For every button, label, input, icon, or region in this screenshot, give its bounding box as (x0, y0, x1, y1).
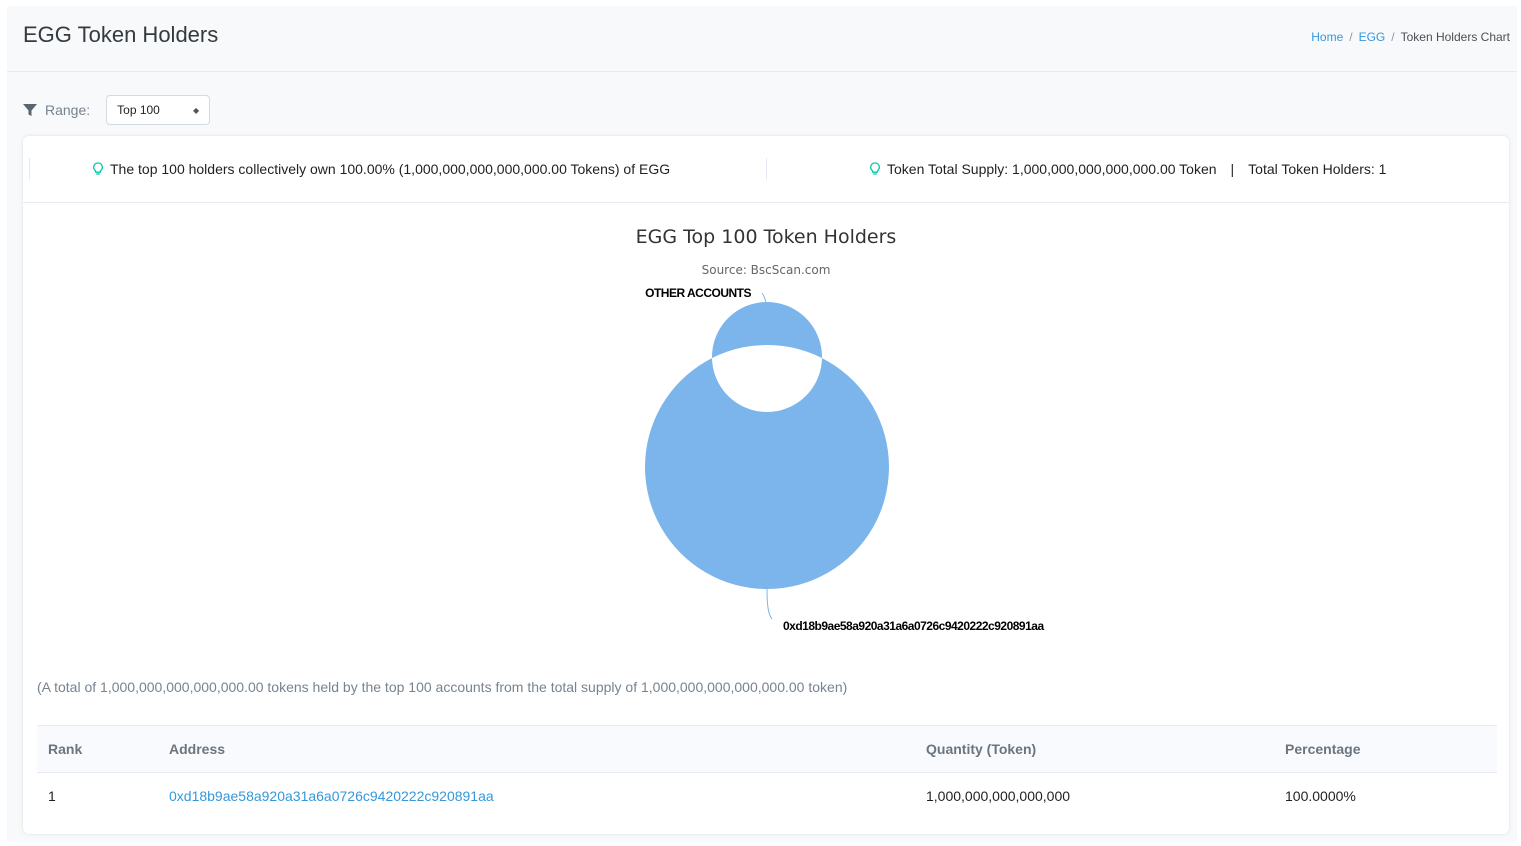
breadcrumb-current: Token Holders Chart (1400, 30, 1510, 44)
holders-table: Rank Address Quantity (Token) Percentage… (37, 725, 1497, 819)
pie-label-holder: 0xd18b9ae58a920a31a6a0726c9420222c920891… (783, 619, 1044, 633)
lightbulb-icon (93, 162, 103, 175)
column-header-percentage: Percentage (1285, 741, 1361, 757)
percentage-cell: 100.0000% (1285, 787, 1356, 804)
breadcrumb-home-link[interactable]: Home (1311, 30, 1343, 44)
pie-label-other-accounts: OTHER ACCOUNTS (645, 286, 751, 300)
range-select-value: Top 100 (117, 103, 160, 117)
holders-card: The top 100 holders collectively own 100… (23, 136, 1509, 834)
total-supply-text: Token Total Supply: 1,000,000,000,000,00… (887, 161, 1217, 177)
holder-address-link[interactable]: 0xd18b9ae58a920a31a6a0726c9420222c920891… (169, 788, 494, 804)
column-header-quantity: Quantity (Token) (926, 741, 1037, 757)
connector-holder (766, 588, 773, 620)
pie-chart: OTHER ACCOUNTS 0xd18b9ae58a920a31a6a0726c… (644, 286, 1045, 633)
range-select[interactable]: Top 100 ◆ (106, 95, 211, 125)
holders-chart: EGG Top 100 Token Holders Source: BscSca… (23, 204, 1509, 644)
column-header-address: Address (169, 741, 226, 757)
table-row: 1 0xd18b9ae58a920a31a6a0726c9420222c9208… (37, 773, 1497, 819)
range-label: Range: (45, 102, 91, 118)
divider (766, 158, 767, 180)
breadcrumb-separator: / (1349, 30, 1353, 44)
rank-cell: 1 (48, 787, 56, 804)
page-title: EGG Token Holders (23, 22, 219, 47)
page-header: EGG Token Holders Home / EGG / Token Hol… (7, 6, 1517, 72)
table-header-row: Rank Address Quantity (Token) Percentage (37, 725, 1497, 773)
divider (29, 158, 30, 180)
summary-top-holders-text: The top 100 holders collectively own 100… (110, 161, 671, 177)
column-header-rank: Rank (48, 741, 83, 757)
separator: | (1230, 161, 1235, 177)
address-cell: 0xd18b9ae58a920a31a6a0726c9420222c920891… (158, 773, 915, 819)
breadcrumb-token-link[interactable]: EGG (1359, 30, 1386, 44)
range-filter: Range: Top 100 ◆ (23, 95, 211, 125)
summary-bar: The top 100 holders collectively own 100… (23, 136, 1509, 203)
total-holders-text: Total Token Holders: 1 (1248, 161, 1387, 177)
quantity-cell: 1,000,000,000,000,000 (926, 787, 1071, 804)
filter-icon (23, 104, 37, 116)
lightbulb-icon (870, 162, 880, 175)
total-note: (A total of 1,000,000,000,000,000.00 tok… (37, 679, 848, 695)
breadcrumb: Home / EGG / Token Holders Chart (1311, 30, 1510, 44)
summary-supply: Token Total Supply: 1,000,000,000,000,00… (869, 161, 1386, 177)
select-caret-icon: ◆ (193, 105, 200, 115)
breadcrumb-separator: / (1391, 30, 1395, 44)
summary-top-holders: The top 100 holders collectively own 100… (92, 161, 670, 177)
